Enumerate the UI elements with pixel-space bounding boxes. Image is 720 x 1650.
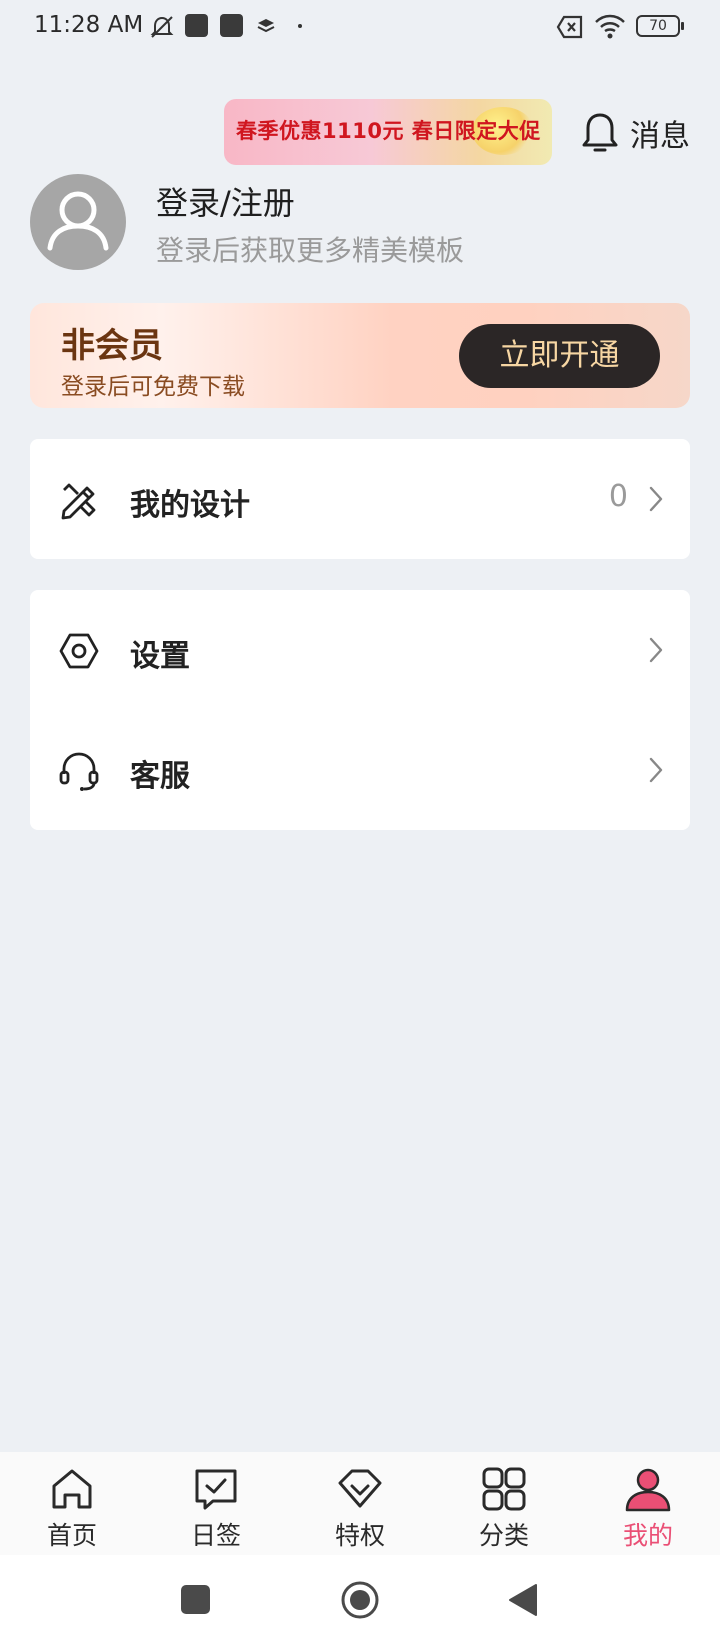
profile-page: 11:28 AM 70 春季优惠1110元 春日限定大促 消息 登录/注册 登录… [0, 0, 720, 1650]
customer-service-row[interactable]: 客服 [30, 710, 690, 830]
chevron-right-icon [649, 486, 663, 512]
muted-notifications-icon [150, 16, 174, 38]
my-designs-count: 0 [608, 479, 628, 514]
nav-mine-label: 我的 [622, 1521, 673, 1550]
chevron-right-icon [649, 757, 663, 783]
user-avatar[interactable] [30, 174, 126, 270]
login-subtitle: 登录后获取更多精美模板 [156, 234, 465, 267]
messages-label: 消息 [630, 119, 690, 154]
membership-subtitle: 登录后可免费下载 [61, 374, 245, 400]
layers-icon [257, 19, 275, 33]
nav-daily-label: 日签 [190, 1521, 241, 1550]
profile-icon [625, 1468, 671, 1512]
nav-daily[interactable]: 日签 [144, 1452, 288, 1555]
my-designs-card: 我的设计 0 [30, 439, 690, 559]
home-icon [52, 1469, 92, 1509]
app-notification-icon [185, 14, 208, 37]
nav-home-label: 首页 [46, 1521, 97, 1550]
settings-row[interactable]: 设置 [30, 590, 690, 710]
promo-text: 春季优惠1110元 春日限定大促 [236, 119, 541, 143]
headset-icon [59, 752, 99, 791]
wifi-icon [595, 14, 625, 39]
status-time: 11:28 AM [34, 12, 144, 38]
home-circle-icon[interactable] [340, 1580, 380, 1620]
promo-banner[interactable]: 春季优惠1110元 春日限定大促 [224, 99, 552, 165]
my-designs-label: 我的设计 [130, 488, 250, 523]
hexagon-settings-icon [59, 633, 99, 669]
customer-service-label: 客服 [130, 759, 190, 794]
activate-membership-button[interactable]: 立即开通 [459, 324, 660, 388]
nav-categories[interactable]: 分类 [432, 1452, 576, 1555]
my-designs-row[interactable]: 我的设计 0 [30, 439, 690, 559]
diamond-icon [338, 1469, 382, 1508]
user-avatar-icon [47, 191, 109, 251]
no-sim-icon [556, 15, 583, 39]
settings-label: 设置 [130, 639, 190, 674]
membership-status: 非会员 [61, 326, 163, 366]
nav-privileges-label: 特权 [334, 1521, 385, 1550]
settings-card: 设置 客服 [30, 590, 690, 830]
bottom-nav: 首页 日签 特权 分类 我的 [0, 1452, 720, 1555]
nav-home[interactable]: 首页 [0, 1452, 144, 1555]
check-message-icon [195, 1469, 237, 1510]
nav-categories-label: 分类 [478, 1521, 529, 1550]
design-pencil-icon [61, 483, 96, 520]
app-notification-icon [220, 14, 243, 37]
status-bar: 11:28 AM 70 [0, 0, 720, 56]
battery-icon: 70 [636, 15, 684, 37]
back-icon[interactable] [506, 1582, 540, 1618]
grid-icon [482, 1467, 526, 1511]
messages-button[interactable]: 消息 [580, 108, 690, 158]
nav-mine[interactable]: 我的 [576, 1452, 720, 1555]
recent-apps-icon[interactable] [181, 1585, 210, 1614]
chevron-right-icon [649, 637, 663, 663]
login-register-link[interactable]: 登录/注册 [156, 178, 295, 224]
membership-card[interactable]: 非会员 登录后可免费下载 立即开通 [30, 303, 690, 408]
nav-privileges[interactable]: 特权 [288, 1452, 432, 1555]
dot-icon [298, 24, 302, 28]
system-nav-bar [0, 1555, 720, 1650]
bell-icon [582, 113, 618, 152]
